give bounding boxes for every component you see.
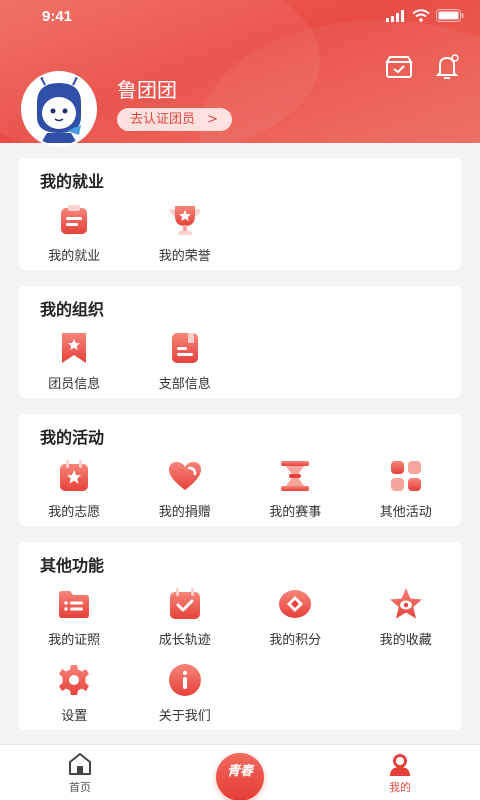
apps-icon	[388, 458, 424, 494]
tab-home[interactable]: 首页	[50, 751, 110, 795]
status-time: 9:41	[42, 8, 73, 25]
hourglass-icon	[277, 458, 313, 494]
info-icon	[167, 662, 203, 698]
menu-item-my-favorites[interactable]: 我的收藏	[351, 584, 462, 660]
menu-item-label: 我的积分	[269, 633, 322, 648]
tab-label: 我的	[389, 781, 411, 794]
heart-icon	[167, 458, 203, 494]
calendar-check-icon	[167, 586, 203, 622]
verify-label: 去认证团员	[130, 112, 196, 127]
points-icon	[277, 586, 313, 622]
menu-item-label: 我的收藏	[379, 633, 432, 648]
menu-item-label: 我的赛事	[269, 505, 322, 520]
menu-item-my-points[interactable]: 我的积分	[240, 584, 351, 660]
section-title: 我的就业	[40, 172, 105, 191]
menu-item-my-volunteer[interactable]: 我的志愿	[19, 456, 130, 532]
menu-item-about-us[interactable]: 关于我们	[130, 660, 241, 736]
menu-item-label: 其他活动	[379, 505, 432, 520]
clipboard-icon	[56, 202, 92, 238]
menu-item-label: 成长轨迹	[158, 633, 211, 648]
menu-item-label: 我的志愿	[48, 505, 101, 520]
section-title: 我的组织	[40, 300, 105, 319]
section-other-functions: 其他功能 我的证照 成长轨迹 我的积分 我的收藏 设置 关于我们	[19, 542, 461, 730]
notification-bell-icon[interactable]	[432, 52, 462, 82]
user-icon	[387, 751, 413, 777]
center-youth-button[interactable]: 青春	[216, 753, 264, 800]
menu-item-label: 我的就业	[48, 249, 101, 264]
star-icon	[388, 586, 424, 622]
menu-item-label: 我的捐赠	[158, 505, 211, 520]
bookmark-star-icon	[56, 330, 92, 366]
menu-item-my-events[interactable]: 我的赛事	[240, 456, 351, 532]
menu-item-label: 团员信息	[48, 377, 101, 392]
menu-item-label: 支部信息	[158, 377, 211, 392]
home-icon	[67, 751, 93, 777]
wifi-icon	[412, 9, 430, 22]
signal-icon	[386, 9, 404, 22]
tab-label: 首页	[69, 781, 91, 794]
menu-item-label: 我的证照	[48, 633, 101, 648]
menu-item-my-donation[interactable]: 我的捐赠	[130, 456, 241, 532]
calendar-star-icon	[56, 458, 92, 494]
section-employment: 我的就业 我的就业 我的荣誉	[19, 158, 461, 270]
trophy-icon	[167, 202, 203, 238]
section-organization: 我的组织 团员信息 支部信息	[19, 286, 461, 398]
menu-item-branch-info[interactable]: 支部信息	[130, 328, 241, 404]
battery-icon	[436, 9, 464, 22]
status-bar: 9:41	[0, 0, 480, 34]
section-activities: 我的活动 我的志愿 我的捐赠 我的赛事 其他活动	[19, 414, 461, 526]
notebook-icon	[167, 330, 203, 366]
verify-member-button[interactable]: 去认证团员 >	[117, 108, 233, 131]
gear-icon	[56, 662, 92, 698]
chevron-right-icon: >	[207, 112, 219, 127]
menu-item-my-employment[interactable]: 我的就业	[19, 200, 130, 276]
username: 鲁团团	[117, 78, 177, 102]
tab-mine[interactable]: 我的	[370, 751, 430, 795]
section-title: 我的活动	[40, 428, 105, 447]
menu-item-my-honors[interactable]: 我的荣誉	[130, 200, 241, 276]
menu-item-growth-track[interactable]: 成长轨迹	[130, 584, 241, 660]
section-title: 其他功能	[40, 556, 105, 575]
status-icons	[386, 9, 464, 22]
menu-item-other-activities[interactable]: 其他活动	[351, 456, 462, 532]
menu-item-my-certificates[interactable]: 我的证照	[19, 584, 130, 660]
menu-item-label: 我的荣誉	[158, 249, 211, 264]
avatar[interactable]	[21, 71, 97, 147]
gift-box-icon[interactable]	[384, 52, 414, 82]
menu-item-label: 关于我们	[158, 709, 211, 724]
menu-item-label: 设置	[61, 709, 88, 724]
menu-item-member-info[interactable]: 团员信息	[19, 328, 130, 404]
menu-item-settings[interactable]: 设置	[19, 660, 130, 736]
folder-icon	[56, 586, 92, 622]
header-actions	[384, 52, 462, 82]
